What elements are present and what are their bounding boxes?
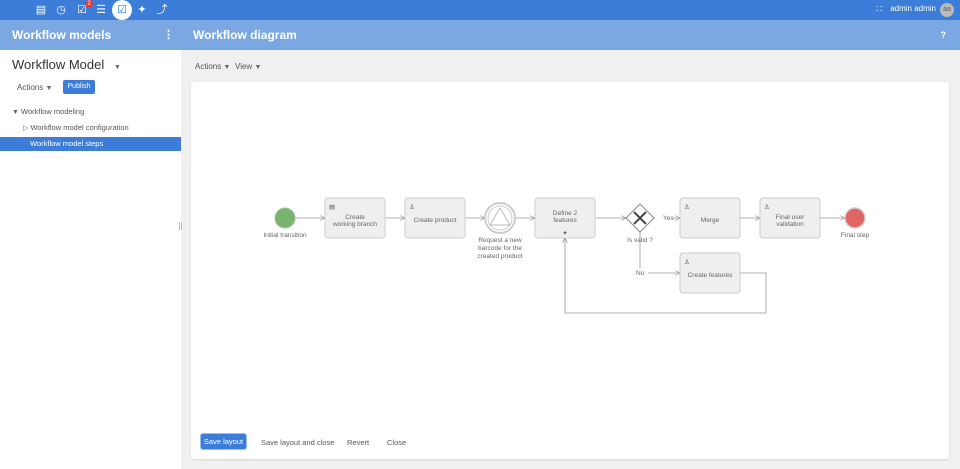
svg-text:features: features xyxy=(553,217,577,224)
save-layout-and-close-button[interactable]: Save layout and close xyxy=(261,438,334,447)
task-label: Merge xyxy=(701,217,720,224)
revert-button[interactable]: Revert xyxy=(347,438,369,447)
user-task-icon: ♙ xyxy=(684,203,690,211)
save-layout-button[interactable]: Save layout xyxy=(201,434,246,449)
plus-icon[interactable]: + xyxy=(563,230,567,237)
task-create-product[interactable]: ♙ Create product xyxy=(404,197,466,239)
task-create-features[interactable]: ♙ Create features xyxy=(679,252,741,294)
task-create-working-branch[interactable]: ▤ Create working branch xyxy=(324,197,386,239)
close-button[interactable]: Close xyxy=(387,438,406,447)
gateway-is-valid[interactable] xyxy=(625,203,655,233)
intermediate-event[interactable] xyxy=(484,202,516,234)
gateway-label: Is valid ? xyxy=(627,237,653,244)
task-label: Create features xyxy=(688,272,734,279)
yes-label: Yes xyxy=(663,215,674,222)
end-event[interactable] xyxy=(844,207,866,229)
user-task-icon: ♙ xyxy=(409,203,415,211)
start-event[interactable] xyxy=(274,207,296,229)
script-icon: ▤ xyxy=(329,204,335,211)
user-task-icon: ♙ xyxy=(764,203,770,211)
event-label: created product xyxy=(477,253,522,260)
svg-text:Define 2: Define 2 xyxy=(553,210,578,217)
workflow-diagram: Yes No Initial transition ▤ Create worki… xyxy=(263,197,870,314)
task-define-features[interactable]: Define 2 features + xyxy=(534,197,596,239)
task-merge[interactable]: ♙ Merge xyxy=(679,197,741,239)
task-label: Create product xyxy=(414,217,457,224)
svg-text:Create: Create xyxy=(345,214,365,221)
svg-text:Final user: Final user xyxy=(776,214,805,221)
end-label: Final step xyxy=(841,232,870,239)
start-label: Initial transition xyxy=(263,232,307,239)
svg-text:working branch: working branch xyxy=(332,221,377,228)
event-label: Request a new xyxy=(478,237,522,244)
svg-text:validation: validation xyxy=(776,221,804,228)
user-task-icon: ♙ xyxy=(684,258,690,266)
no-label: No xyxy=(636,270,645,277)
event-label: barcode for the xyxy=(478,245,522,252)
task-final-user-validation[interactable]: ♙ Final user validation xyxy=(759,197,821,239)
